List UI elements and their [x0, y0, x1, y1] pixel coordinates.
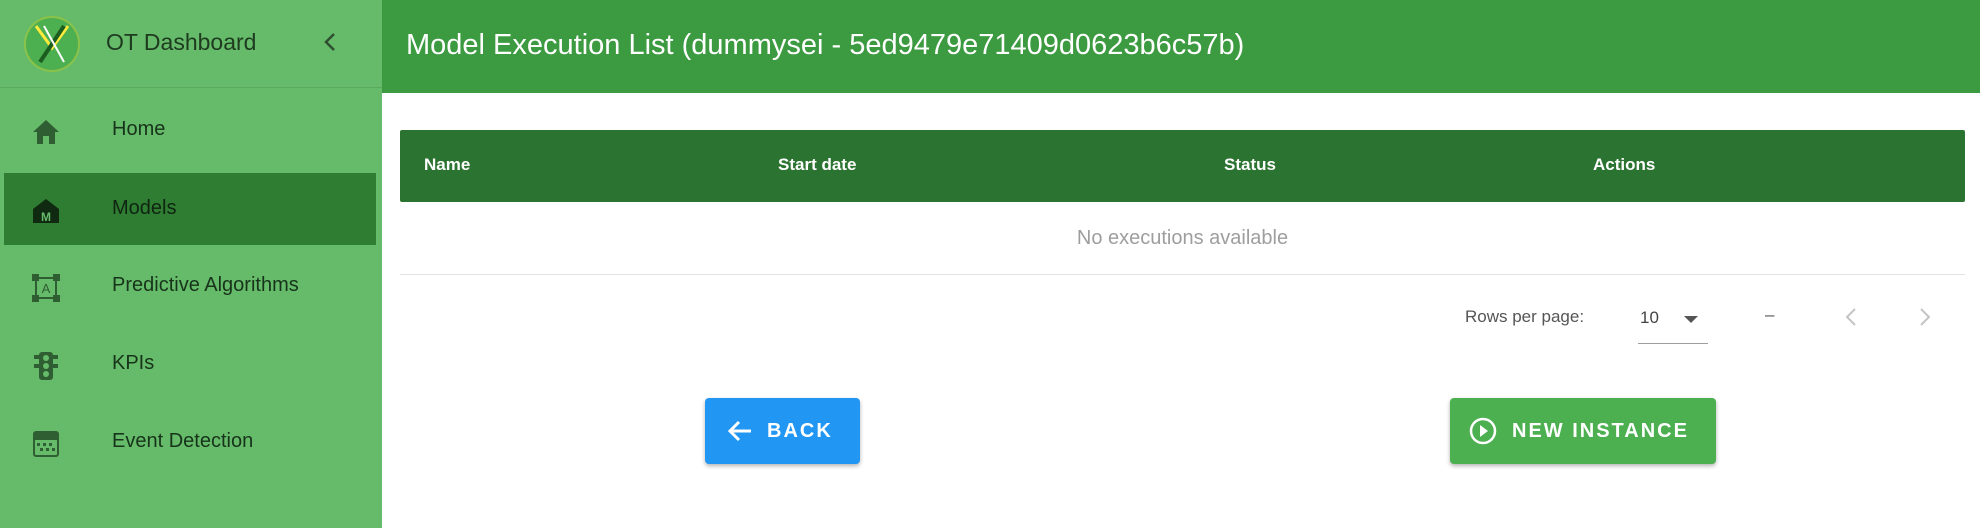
rows-per-page-value: 10	[1640, 308, 1659, 327]
sidebar-item-label: KPIs	[112, 352, 155, 374]
sidebar-item-label: Event Detection	[112, 430, 254, 452]
table-header: Name Start date Status Actions	[400, 130, 1965, 202]
empty-row: No executions available	[400, 202, 1965, 275]
sidebar-item-label: Models	[112, 197, 177, 219]
svg-text:M: M	[41, 210, 51, 224]
sidebar-item-label: Home	[112, 118, 166, 140]
sidebar-brand: OT Dashboard	[0, 0, 382, 88]
new-instance-button-label: NEW INSTANCE	[1512, 420, 1689, 442]
algorithm-frame-icon: A	[32, 274, 60, 302]
sidebar: OT Dashboard Home M Models A Predictive …	[0, 0, 382, 528]
event-grid-icon	[33, 431, 59, 457]
sidebar-item-label: Predictive Algorithms	[112, 274, 299, 296]
new-instance-button[interactable]: NEW INSTANCE	[1450, 398, 1716, 464]
executions-table: Name Start date Status Actions No execut…	[400, 130, 1965, 275]
sidebar-item-home[interactable]: Home	[4, 94, 376, 166]
column-header-name[interactable]: Name	[424, 155, 470, 175]
app-logo	[24, 16, 80, 72]
page-header: Model Execution List (dummysei - 5ed9479…	[382, 0, 1980, 93]
sidebar-item-kpis[interactable]: KPIs	[4, 328, 376, 400]
play-circle-icon	[1469, 417, 1497, 445]
home-icon	[33, 120, 59, 144]
sidebar-item-event-detection[interactable]: Event Detection	[4, 406, 376, 478]
sidebar-item-predictive-algorithms[interactable]: A Predictive Algorithms	[4, 250, 376, 322]
chevron-left-icon[interactable]	[1838, 302, 1864, 332]
chevron-left-icon[interactable]	[318, 27, 342, 57]
arrow-left-icon	[727, 420, 751, 442]
pagination: Rows per page: 10 –	[400, 274, 1965, 364]
sidebar-item-models[interactable]: M Models	[4, 173, 376, 245]
column-header-actions: Actions	[1593, 155, 1656, 174]
model-building-icon: M	[33, 199, 59, 224]
traffic-light-icon	[34, 352, 58, 380]
back-button-label: BACK	[767, 420, 833, 442]
caret-down-icon	[1684, 316, 1698, 323]
chevron-right-icon[interactable]	[1912, 302, 1938, 332]
column-header-status[interactable]: Status	[1224, 155, 1276, 175]
column-header-start-date[interactable]: Start date	[778, 155, 856, 175]
rows-per-page-label: Rows per page:	[1465, 307, 1585, 326]
empty-message: No executions available	[1076, 227, 1289, 249]
back-button[interactable]: BACK	[705, 398, 860, 464]
app-title: OT Dashboard	[106, 29, 257, 55]
svg-text:A: A	[42, 281, 51, 296]
page-title: Model Execution List (dummysei - 5ed9479…	[406, 29, 1245, 61]
rows-per-page-select[interactable]: 10	[1638, 296, 1708, 344]
page-range: –	[1765, 305, 1775, 324]
